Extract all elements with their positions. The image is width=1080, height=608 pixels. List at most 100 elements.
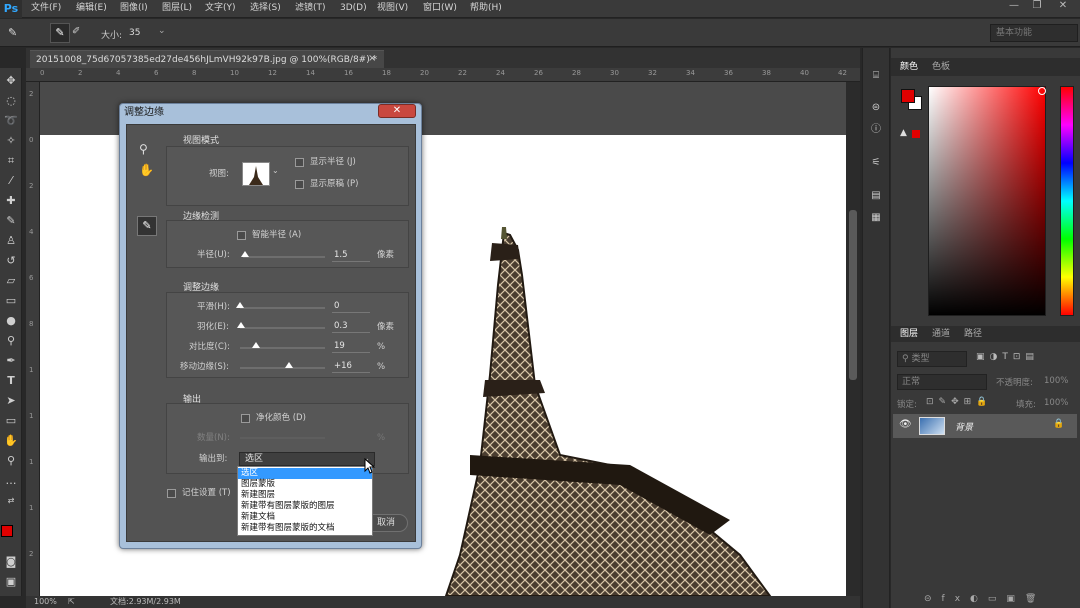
- hue-slider[interactable]: [1060, 86, 1074, 316]
- show-original-checkbox[interactable]: [295, 180, 304, 189]
- shift-edge-slider-thumb[interactable]: [285, 362, 294, 368]
- layer-row-background[interactable]: 👁 背景 🔒: [893, 414, 1077, 438]
- layer-filter-select[interactable]: ⚲ 类型: [897, 351, 967, 367]
- move-tool-icon[interactable]: ✥: [2, 72, 20, 90]
- feather-value[interactable]: 0.3: [332, 321, 370, 333]
- blur-tool-icon[interactable]: ●: [2, 312, 20, 330]
- menu-layer[interactable]: 图层(L): [162, 0, 192, 17]
- dialog-hand-tool-icon[interactable]: ✋: [139, 163, 154, 177]
- dropdown-option[interactable]: 选区: [238, 468, 372, 479]
- share-icon[interactable]: ⇱: [68, 596, 75, 608]
- dialog-close-button[interactable]: ✕: [378, 104, 416, 118]
- gradient-tool-icon[interactable]: ▭: [2, 292, 20, 310]
- decontaminate-checkbox[interactable]: [241, 414, 250, 423]
- tab-channels[interactable]: 通道: [932, 326, 950, 342]
- brush-preset-icon[interactable]: ✎: [8, 26, 28, 40]
- menu-filter[interactable]: 滤镜(T): [295, 0, 326, 17]
- lock-icons[interactable]: ⊡✎✥⊞🔒: [926, 397, 992, 407]
- vertical-scrollbar-thumb[interactable]: [849, 210, 857, 380]
- menu-window[interactable]: 窗口(W): [423, 0, 457, 17]
- tab-color[interactable]: 颜色: [900, 59, 918, 75]
- restore-button[interactable]: ❐: [1028, 0, 1046, 12]
- dialog-zoom-tool-icon[interactable]: ⚲: [139, 142, 148, 156]
- smooth-slider-thumb[interactable]: [236, 302, 244, 308]
- refine-radius-tool-icon[interactable]: ✎: [50, 23, 70, 43]
- crop-tool-icon[interactable]: ⌗: [2, 152, 20, 170]
- minimize-button[interactable]: —: [1005, 0, 1023, 12]
- blend-mode-select[interactable]: 正常: [897, 374, 987, 390]
- dropdown-option[interactable]: 新建带有图层蒙版的图层: [238, 501, 372, 512]
- dropdown-option[interactable]: 图层蒙版: [238, 479, 372, 490]
- panel-foreground-swatch[interactable]: [901, 89, 915, 103]
- menu-help[interactable]: 帮助(H): [470, 0, 502, 17]
- color-picker-cursor[interactable]: [1038, 87, 1046, 95]
- notes-panel-icon[interactable]: ▦: [868, 210, 884, 226]
- quick-selection-tool-icon[interactable]: ✧: [2, 132, 20, 150]
- hand-tool-icon[interactable]: ✋: [2, 432, 20, 450]
- menu-type[interactable]: 文字(Y): [205, 0, 236, 17]
- tab-close-icon[interactable]: ×: [368, 53, 376, 64]
- type-tool-icon[interactable]: T: [2, 372, 20, 390]
- shift-edge-value[interactable]: +16: [332, 361, 370, 373]
- eyedropper-tool-icon[interactable]: ⁄: [2, 172, 20, 190]
- layer-name[interactable]: 背景: [955, 420, 973, 433]
- quick-mask-icon[interactable]: ◙: [2, 553, 20, 571]
- close-window-button[interactable]: ✕: [1054, 0, 1072, 12]
- smart-radius-checkbox[interactable]: [237, 231, 246, 240]
- dropdown-option[interactable]: 新建文档: [238, 512, 372, 523]
- clone-stamp-tool-icon[interactable]: ♙: [2, 232, 20, 250]
- layers-footer-icons[interactable]: ⊝fx◐▭▣🗑: [924, 594, 1046, 604]
- layer-filter-icons[interactable]: ▣◑T⊡▤: [976, 352, 1039, 362]
- document-tab[interactable]: 20151008_75d67057385ed27de456hJLmVH92k97…: [30, 50, 384, 68]
- workspace-switcher[interactable]: 基本功能: [990, 24, 1078, 42]
- screen-mode-icon[interactable]: ▣: [2, 573, 20, 591]
- healing-brush-tool-icon[interactable]: ✚: [2, 192, 20, 210]
- dropdown-option[interactable]: 新建带有图层蒙版的文档: [238, 523, 372, 534]
- dodge-tool-icon[interactable]: ⚲: [2, 332, 20, 350]
- dialog-refine-radius-tool-icon[interactable]: ✎: [137, 216, 157, 236]
- zoom-tool-icon[interactable]: ⚲: [2, 452, 20, 470]
- radius-slider-thumb[interactable]: [240, 251, 249, 257]
- gamut-warning-icon[interactable]: ▲: [900, 128, 907, 138]
- visibility-eye-icon[interactable]: 👁: [899, 419, 912, 430]
- swap-colors-icon[interactable]: ⇄: [2, 492, 20, 510]
- more-tools-icon[interactable]: …: [2, 472, 20, 490]
- menu-image[interactable]: 图像(I): [120, 0, 148, 17]
- show-radius-checkbox[interactable]: [295, 158, 304, 167]
- feather-slider-thumb[interactable]: [236, 322, 245, 328]
- smooth-slider-track[interactable]: [240, 307, 325, 309]
- dropdown-option[interactable]: 新建图层: [238, 490, 372, 501]
- gamut-color-swatch[interactable]: [912, 130, 920, 138]
- contrast-value[interactable]: 19: [332, 341, 370, 353]
- menu-3d[interactable]: 3D(D): [340, 0, 367, 17]
- foreground-color-swatch[interactable]: [1, 525, 13, 537]
- view-dropdown-icon[interactable]: ⌄: [272, 166, 279, 175]
- properties-panel-icon[interactable]: ▤: [868, 188, 884, 204]
- size-value[interactable]: 35: [129, 28, 140, 38]
- history-panel-icon[interactable]: ⌸: [868, 68, 884, 84]
- radius-value[interactable]: 1.5: [332, 250, 370, 262]
- menu-edit[interactable]: 编辑(E): [76, 0, 107, 17]
- erase-refinements-icon[interactable]: ✐: [72, 26, 86, 40]
- remember-settings-checkbox[interactable]: [167, 489, 176, 498]
- menu-view[interactable]: 视图(V): [377, 0, 408, 17]
- adjustments-panel-icon[interactable]: ⊜: [868, 100, 884, 116]
- color-picker-field[interactable]: [928, 86, 1046, 316]
- pen-tool-icon[interactable]: ✒: [2, 352, 20, 370]
- amount-slider-track[interactable]: [240, 437, 325, 439]
- fill-value[interactable]: 100%: [1044, 398, 1068, 408]
- info-panel-icon[interactable]: ⓘ: [868, 122, 884, 138]
- path-selection-tool-icon[interactable]: ➤: [2, 392, 20, 410]
- feather-slider-track[interactable]: [240, 327, 325, 329]
- brush-tool-icon[interactable]: ✎: [2, 212, 20, 230]
- brush-panel-icon[interactable]: ⚟: [868, 155, 884, 171]
- tab-swatches[interactable]: 色板: [932, 59, 950, 75]
- lasso-tool-icon[interactable]: ➰: [2, 112, 20, 130]
- marquee-tool-icon[interactable]: ◌: [2, 92, 20, 110]
- tab-paths[interactable]: 路径: [964, 326, 982, 342]
- document-info[interactable]: 文档:2.93M/2.93M: [110, 596, 181, 608]
- opacity-value[interactable]: 100%: [1044, 376, 1068, 386]
- size-dropdown-icon[interactable]: ⌄: [158, 26, 166, 36]
- eraser-tool-icon[interactable]: ▱: [2, 272, 20, 290]
- contrast-slider-thumb[interactable]: [252, 342, 261, 348]
